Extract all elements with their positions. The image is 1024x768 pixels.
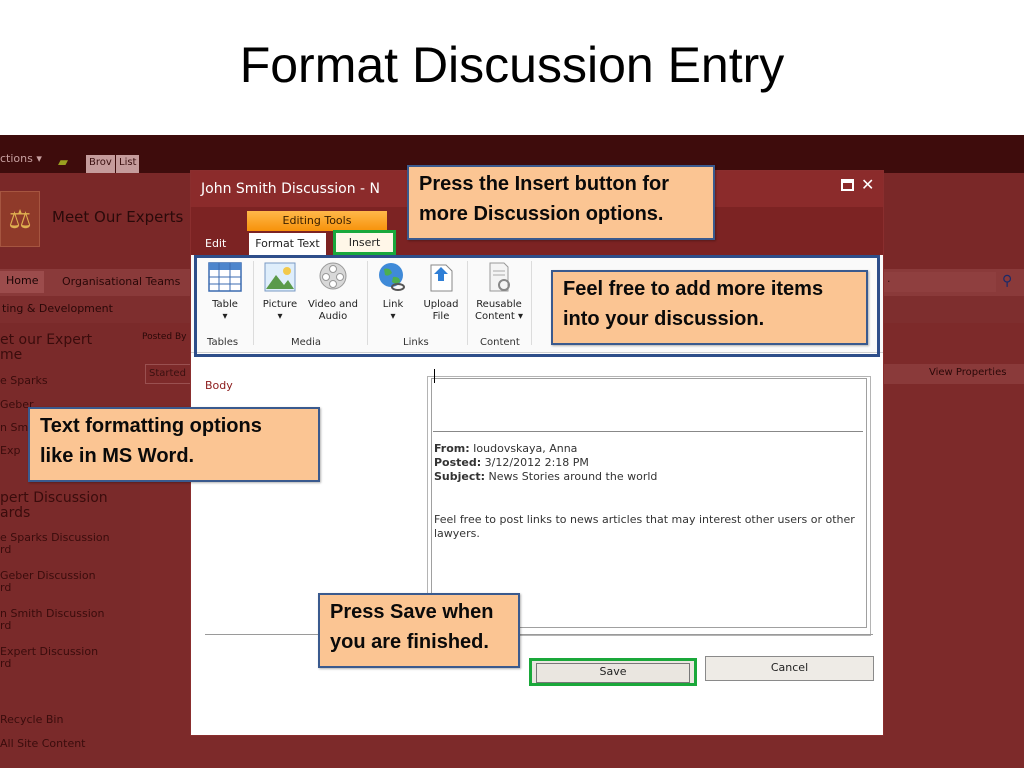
- form-divider: [205, 634, 873, 635]
- nav-board-item: e Sparks Discussion rd: [0, 531, 110, 556]
- nav-all-site-content: All Site Content: [0, 737, 86, 750]
- callout-add-items: Feel free to add more items into your di…: [551, 270, 868, 345]
- tab-format-text[interactable]: Format Text: [249, 233, 326, 255]
- nav-item: Exp: [0, 444, 21, 457]
- close-icon[interactable]: ✕: [861, 175, 874, 194]
- text-cursor: [434, 369, 435, 383]
- site-title: Meet Our Experts: [52, 208, 184, 226]
- tab-edit[interactable]: Edit: [205, 237, 226, 250]
- email-posted: Posted: 3/12/2012 2:18 PM: [434, 456, 589, 469]
- nav-organisational-teams: Organisational Teams: [62, 275, 181, 288]
- save-button-face: [536, 663, 690, 683]
- quoted-message-divider: [433, 431, 863, 432]
- callout-insert: Press the Insert button for more Discuss…: [407, 165, 715, 240]
- body-rich-text-editor[interactable]: [431, 378, 867, 628]
- nav-board-item: Geber Discussion rd: [0, 569, 96, 594]
- callout-save: Press Save when you are finished.: [318, 593, 520, 668]
- scales-logo-icon: ⚖: [0, 191, 40, 247]
- started-label: Started: [145, 364, 193, 384]
- email-subject: Subject: News Stories around the world: [434, 470, 658, 483]
- tab-insert[interactable]: Insert: [333, 230, 396, 255]
- search-icon: ⚲: [1002, 273, 1013, 289]
- nav-item: n Sm: [0, 421, 29, 434]
- search-input: .: [884, 272, 996, 292]
- nav-home: Home: [0, 271, 45, 293]
- body-field-label: Body: [205, 379, 233, 392]
- tab-list: List: [116, 155, 140, 173]
- view-properties-link: View Properties: [884, 364, 1024, 384]
- maximize-icon[interactable]: [841, 179, 854, 191]
- email-from: From: Ioudovskaya, Anna: [434, 442, 578, 455]
- tab-browse: Brov: [86, 155, 115, 173]
- save-button[interactable]: Save: [529, 658, 697, 686]
- slide-title: Format Discussion Entry: [239, 37, 785, 93]
- site-actions-menu: ctions ▾: [0, 152, 42, 165]
- callout-formatting: Text formatting options like in MS Word.: [28, 407, 320, 482]
- folder-icon: ▰: [58, 155, 68, 170]
- nav-recycle-bin: Recycle Bin: [0, 713, 64, 726]
- nav-item: e Sparks: [0, 374, 48, 387]
- cancel-button[interactable]: Cancel: [705, 656, 874, 681]
- nav-board-item: Expert Discussion rd: [0, 645, 99, 670]
- nav-heading-boards: pert Discussion ards: [0, 490, 108, 521]
- posted-by-header: Posted By: [142, 332, 187, 342]
- email-body-text: Feel free to post links to news articles…: [434, 513, 855, 540]
- nav-board-item: n Smith Discussion rd: [0, 607, 105, 632]
- dialog-title: John Smith Discussion - N: [201, 181, 380, 197]
- nav-heading-experts: et our Expert me: [0, 332, 93, 363]
- editing-tools-group: Editing Tools: [247, 211, 387, 231]
